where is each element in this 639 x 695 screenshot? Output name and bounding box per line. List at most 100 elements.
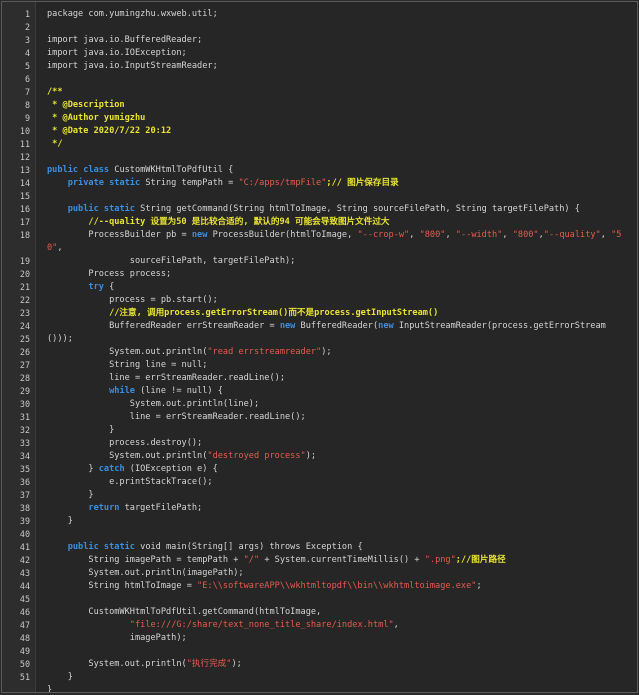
line-text: BufferedReader errStreamReader = new Buf…	[47, 320, 606, 333]
code-token: e.printStackTrace();	[47, 477, 213, 487]
code-line[interactable]: 49	[2, 645, 637, 658]
line-number: 41	[19, 542, 30, 552]
code-token: }	[47, 685, 53, 693]
code-line[interactable]: 1 package com.yumingzhu.wxweb.util;	[2, 8, 637, 21]
code-token: "5	[611, 230, 622, 240]
code-editor[interactable]: 1 package com.yumingzhu.wxweb.util; 2 3 impo…	[1, 1, 638, 693]
code-line[interactable]: 28 line = errStreamReader.readLine();	[2, 372, 637, 385]
line-number: 6	[24, 74, 30, 84]
line-number: 13	[19, 165, 30, 175]
code-line[interactable]: 19 sourceFilePath, targetFilePath);	[2, 255, 637, 268]
code-token: import java.io.IOException;	[47, 48, 187, 58]
code-line[interactable]: 6	[2, 73, 637, 86]
code-line[interactable]: 38 return targetFilePath;	[2, 502, 637, 515]
code-line[interactable]: 8 * @Description	[2, 99, 637, 112]
code-line[interactable]: 21 try {	[2, 281, 637, 294]
line-number: 24	[19, 321, 30, 331]
code-line[interactable]: 0",	[2, 242, 637, 255]
code-line[interactable]: 33 process.destroy();	[2, 437, 637, 450]
code-line[interactable]: 51 }	[2, 671, 637, 684]
code-line[interactable]: 14 private static String tempPath = "C:/…	[2, 177, 637, 190]
code-token: ;	[476, 581, 482, 591]
line-number: 50	[19, 659, 30, 669]
line-number: 46	[19, 607, 30, 617]
line-text: import java.io.BufferedReader;	[47, 34, 202, 47]
line-text: 0",	[47, 242, 63, 255]
code-line[interactable]: 42 String imagePath = tempPath + "/" + S…	[2, 554, 637, 567]
code-line[interactable]: 25 ()));	[2, 333, 637, 346]
code-token: public class	[47, 165, 110, 175]
code-line[interactable]: 48 imagePath);	[2, 632, 637, 645]
line-text: public static String getCommand(String h…	[47, 203, 580, 216]
code-token: ,	[393, 620, 399, 630]
code-line[interactable]: 32 }	[2, 424, 637, 437]
code-line[interactable]: 40	[2, 528, 637, 541]
line-text: System.out.println("destroyed process");	[47, 450, 316, 463]
code-line[interactable]: 41 public static void main(String[] args…	[2, 541, 637, 554]
code-line[interactable]: 16 public static String getCommand(Strin…	[2, 203, 637, 216]
code-line[interactable]: 37 }	[2, 489, 637, 502]
code-line[interactable]: 10 * @Date 2020/7/22 20:12	[2, 125, 637, 138]
code-line[interactable]: 27 String line = null;	[2, 359, 637, 372]
code-line[interactable]: 35 } catch (IOException e) {	[2, 463, 637, 476]
code-line[interactable]: 47 "file:///G:/share/text_none_title_sha…	[2, 619, 637, 632]
code-token: }	[47, 490, 94, 500]
code-line[interactable]: 22 process = pb.start();	[2, 294, 637, 307]
code-line[interactable]: 44 String htmlToImage = "E:\\softwareAPP…	[2, 580, 637, 593]
code-token: }	[47, 516, 73, 526]
line-number: 32	[19, 425, 30, 435]
code-line[interactable]: 20 Process process;	[2, 268, 637, 281]
code-line[interactable]: 50 System.out.println("执行完成");	[2, 658, 637, 671]
code-line[interactable]: 23 //注意, 调用process.getErrorStream()而不是pr…	[2, 307, 637, 320]
code-line[interactable]: 43 System.out.println(imagePath);	[2, 567, 637, 580]
line-text: public static void main(String[] args) t…	[47, 541, 363, 554]
code-line[interactable]: 12	[2, 151, 637, 164]
code-line[interactable]: 4 import java.io.IOException;	[2, 47, 637, 60]
code-token: ProcessBuilder(htmlToImage,	[207, 230, 358, 240]
code-line[interactable]: 3 import java.io.BufferedReader;	[2, 34, 637, 47]
code-line[interactable]: 13 public class CustomWKHtmlToPdfUtil {	[2, 164, 637, 177]
code-line[interactable]: }	[2, 684, 637, 693]
code-token: );	[231, 659, 242, 669]
code-line[interactable]: 31 line = errStreamReader.readLine();	[2, 411, 637, 424]
code-body[interactable]: 1 package com.yumingzhu.wxweb.util; 2 3 impo…	[2, 8, 637, 693]
code-token: {	[103, 282, 115, 292]
code-token: new	[191, 230, 208, 240]
code-line[interactable]: 2	[2, 21, 637, 34]
code-token: */	[47, 139, 63, 149]
code-line[interactable]: 24 BufferedReader errStreamReader = new …	[2, 320, 637, 333]
code-line[interactable]: 7 /**	[2, 86, 637, 99]
code-token: ,	[600, 230, 612, 240]
code-token: "E:\\softwareAPP\\wkhtmltopdf\\bin\\wkht…	[197, 581, 477, 591]
code-line[interactable]: 11 */	[2, 138, 637, 151]
code-line[interactable]: 34 System.out.println("destroyed process…	[2, 450, 637, 463]
code-token: "/"	[243, 555, 260, 565]
line-number: 25	[19, 334, 30, 344]
code-line[interactable]: 30 System.out.println(line);	[2, 398, 637, 411]
code-token: /**	[47, 87, 63, 97]
code-token: "800"	[419, 230, 446, 240]
code-line[interactable]: 5 import java.io.InputStreamReader;	[2, 60, 637, 73]
line-number: 9	[24, 113, 30, 123]
code-line[interactable]: 29 while (line != null) {	[2, 385, 637, 398]
code-token: ;// 图片保存目录	[326, 178, 399, 188]
code-line[interactable]: 9 * @Author yumigzhu	[2, 112, 637, 125]
code-line[interactable]: 46 CustomWKHtmlToPdfUtil.getCommand(html…	[2, 606, 637, 619]
code-token: void main(String[] args) throws Exceptio…	[134, 542, 363, 552]
line-number: 34	[19, 451, 30, 461]
code-line[interactable]: 17 //--quality 设置为50 是比较合适的, 默认的94 可能会导致…	[2, 216, 637, 229]
code-line[interactable]: 36 e.printStackTrace();	[2, 476, 637, 489]
code-token: ,	[445, 230, 456, 240]
code-line[interactable]: 26 System.out.println("read errstreamrea…	[2, 346, 637, 359]
line-number: 45	[19, 594, 30, 604]
code-line[interactable]: 15	[2, 190, 637, 203]
line-text: String htmlToImage = "E:\\softwareAPP\\w…	[47, 580, 482, 593]
code-line[interactable]: 18 ProcessBuilder pb = new ProcessBuilde…	[2, 229, 637, 242]
code-line[interactable]: 39 }	[2, 515, 637, 528]
code-token: }	[47, 425, 115, 435]
code-token: }	[47, 672, 73, 682]
line-text: process = pb.start();	[47, 294, 218, 307]
line-number: 2	[24, 22, 30, 32]
code-line[interactable]: 45	[2, 593, 637, 606]
